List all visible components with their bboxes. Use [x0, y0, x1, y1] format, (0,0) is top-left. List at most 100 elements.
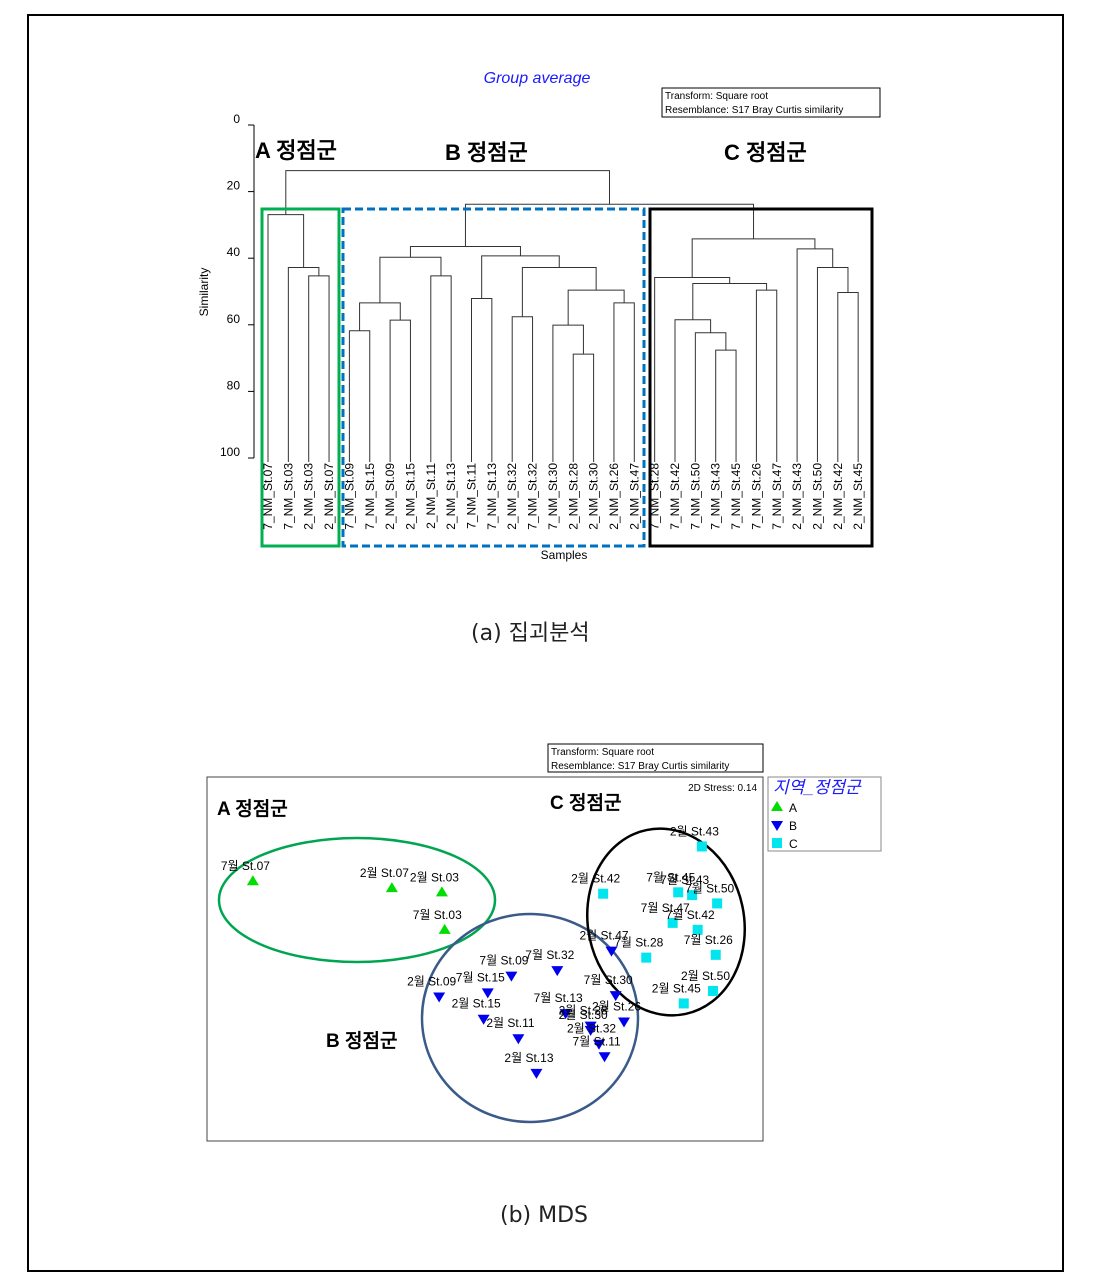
dendrogram-branch — [267, 214, 305, 458]
leaf-label: 2_NM_St.32 — [505, 463, 519, 530]
y-tick-label: 100 — [220, 445, 240, 459]
dendrogram-branch — [692, 283, 768, 320]
mds-point-label: 2월 St.42 — [571, 872, 620, 886]
x-axis-label: Samples — [541, 548, 588, 562]
mds-group-label-c: C 정점군 — [550, 792, 621, 814]
mds-point-c — [696, 841, 707, 852]
leaf-label: 7_NM_St.26 — [749, 463, 763, 530]
mds-point-c — [710, 949, 721, 960]
caption-b: (b) MDS — [500, 1203, 589, 1228]
mds-point-label: 7월 St.07 — [221, 859, 270, 873]
leaf-label: 2_NM_St.28 — [566, 463, 580, 530]
leaf-label: 7_NM_St.30 — [546, 463, 560, 530]
dendrogram-title: Group average — [484, 70, 591, 87]
dendrogram-branch — [308, 275, 330, 458]
transform-text-mds: Transform: Square root — [551, 747, 654, 758]
leaf-label: 2_NM_St.30 — [587, 463, 601, 530]
leaf-label: 2_NM_St.09 — [383, 463, 397, 530]
mds-point-label: 7월 St.09 — [479, 954, 528, 968]
resemblance-text-mds: Resemblance: S17 Bray Curtis similarity — [551, 761, 729, 772]
legend-title: 지역_정점군 — [773, 778, 862, 797]
mds-point-c — [673, 887, 684, 898]
mds-point-label: 7월 St.15 — [456, 970, 505, 984]
mds-point-label: 7월 St.32 — [525, 948, 574, 962]
leaf-label: 2_NM_St.50 — [810, 463, 824, 530]
leaf-label: 7_NM_St.43 — [709, 463, 723, 530]
mds-point-label: 2월 St.07 — [360, 866, 409, 880]
legend-entry-label: A — [789, 801, 797, 815]
dendrogram-branch — [287, 267, 320, 458]
dendrogram-branch — [481, 255, 560, 299]
caption-a: (a) 집괴분석 — [471, 621, 590, 646]
stress-value: 2D Stress: 0.14 — [688, 783, 757, 794]
dendrogram-branch — [471, 297, 493, 458]
mds-point-label: 7월 St.42 — [666, 908, 715, 922]
dendrogram-branch — [654, 277, 731, 458]
dendrogram-branch — [389, 319, 411, 458]
y-tick-label: 0 — [233, 112, 240, 126]
leaf-label: 2_NM_St.03 — [302, 463, 316, 530]
mds-point-label: 2월 St.11 — [486, 1016, 535, 1030]
dendrogram-branch — [674, 319, 712, 458]
leaf-label: 2_NM_St.15 — [403, 463, 417, 530]
dendrogram-branch — [348, 330, 371, 458]
leaf-label: 2_NM_St.07 — [322, 463, 336, 530]
mds-point-label: 7월 St.03 — [413, 908, 462, 922]
leaf-label: 7_NM_St.45 — [729, 463, 743, 530]
leaf-label: 7_NM_St.32 — [526, 463, 540, 530]
legend-entry-label: B — [789, 819, 797, 833]
mds-point-label: 7월 St.26 — [684, 933, 733, 947]
mds-point-label: 2월 St.03 — [410, 870, 459, 884]
leaf-label: 7_NM_St.13 — [485, 463, 499, 530]
mds-point-c — [707, 985, 718, 996]
y-tick-label: 20 — [227, 179, 241, 193]
dendrogram-branch — [552, 324, 584, 458]
y-tick-label: 40 — [227, 245, 241, 259]
mds-point-label: 7월 St.30 — [584, 973, 633, 987]
legend-marker-c — [772, 838, 782, 848]
dendrogram-branch — [715, 349, 737, 458]
mds-point-c — [641, 952, 652, 963]
leaf-label: 2_NM_St.43 — [790, 463, 804, 530]
mds-point-c — [598, 888, 609, 899]
dendrogram-branch — [430, 275, 452, 458]
y-tick-label: 80 — [227, 378, 241, 392]
y-axis-label: Similarity — [197, 268, 211, 317]
leaf-label: 2_NM_St.47 — [627, 463, 641, 530]
dendrogram-branch — [359, 302, 401, 331]
leaf-label: 2_NM_St.26 — [607, 463, 621, 530]
dendrogram-branch — [796, 248, 834, 458]
leaf-label: 2_NM_St.42 — [831, 463, 845, 530]
mds-point-label: 2월 St.13 — [504, 1051, 553, 1065]
mds-point-label: 7월 St.28 — [614, 936, 663, 950]
mds-group-label-b: B 정점군 — [326, 1030, 397, 1052]
dendrogram-branch — [691, 238, 816, 278]
dendrogram: Group average Transform: Square root Res… — [197, 70, 881, 562]
mds-group-label-a: A 정점군 — [217, 798, 288, 820]
y-tick-label: 60 — [227, 312, 241, 326]
mds-plot: Transform: Square root Resemblance: S17 … — [206, 743, 882, 1142]
group-label-a: A 정점군 — [255, 138, 337, 163]
dendrogram-branch — [755, 289, 778, 458]
resemblance-text: Resemblance: S17 Bray Curtis similarity — [665, 105, 843, 116]
dendrogram-branch — [837, 291, 859, 458]
mds-point-label: 2월 St.15 — [452, 997, 501, 1011]
mds-point-label: 7월 St.50 — [685, 881, 734, 895]
group-label-b: B 정점군 — [445, 140, 528, 165]
leaf-label: 7_NM_St.11 — [465, 463, 479, 529]
mds-point-c — [678, 998, 689, 1009]
leaf-label: 7_NM_St.42 — [668, 463, 682, 530]
leaf-label: 7_NM_St.47 — [770, 463, 784, 530]
leaf-label: 2_NM_St.13 — [444, 463, 458, 530]
dendrogram-branch — [464, 203, 755, 247]
dendrogram-branch — [567, 289, 625, 326]
mds-point-label: 2월 St.43 — [670, 824, 719, 838]
dendrogram-branch — [613, 302, 635, 458]
transform-text: Transform: Square root — [665, 91, 768, 102]
dendrogram-branch — [572, 353, 595, 458]
leaf-label: 2_NM_St.45 — [851, 463, 865, 530]
leaf-label: 7_NM_St.03 — [281, 463, 295, 530]
dendrogram-branch — [521, 267, 597, 317]
legend-entry-label: C — [789, 837, 798, 851]
dendrogram-branch — [379, 256, 442, 303]
